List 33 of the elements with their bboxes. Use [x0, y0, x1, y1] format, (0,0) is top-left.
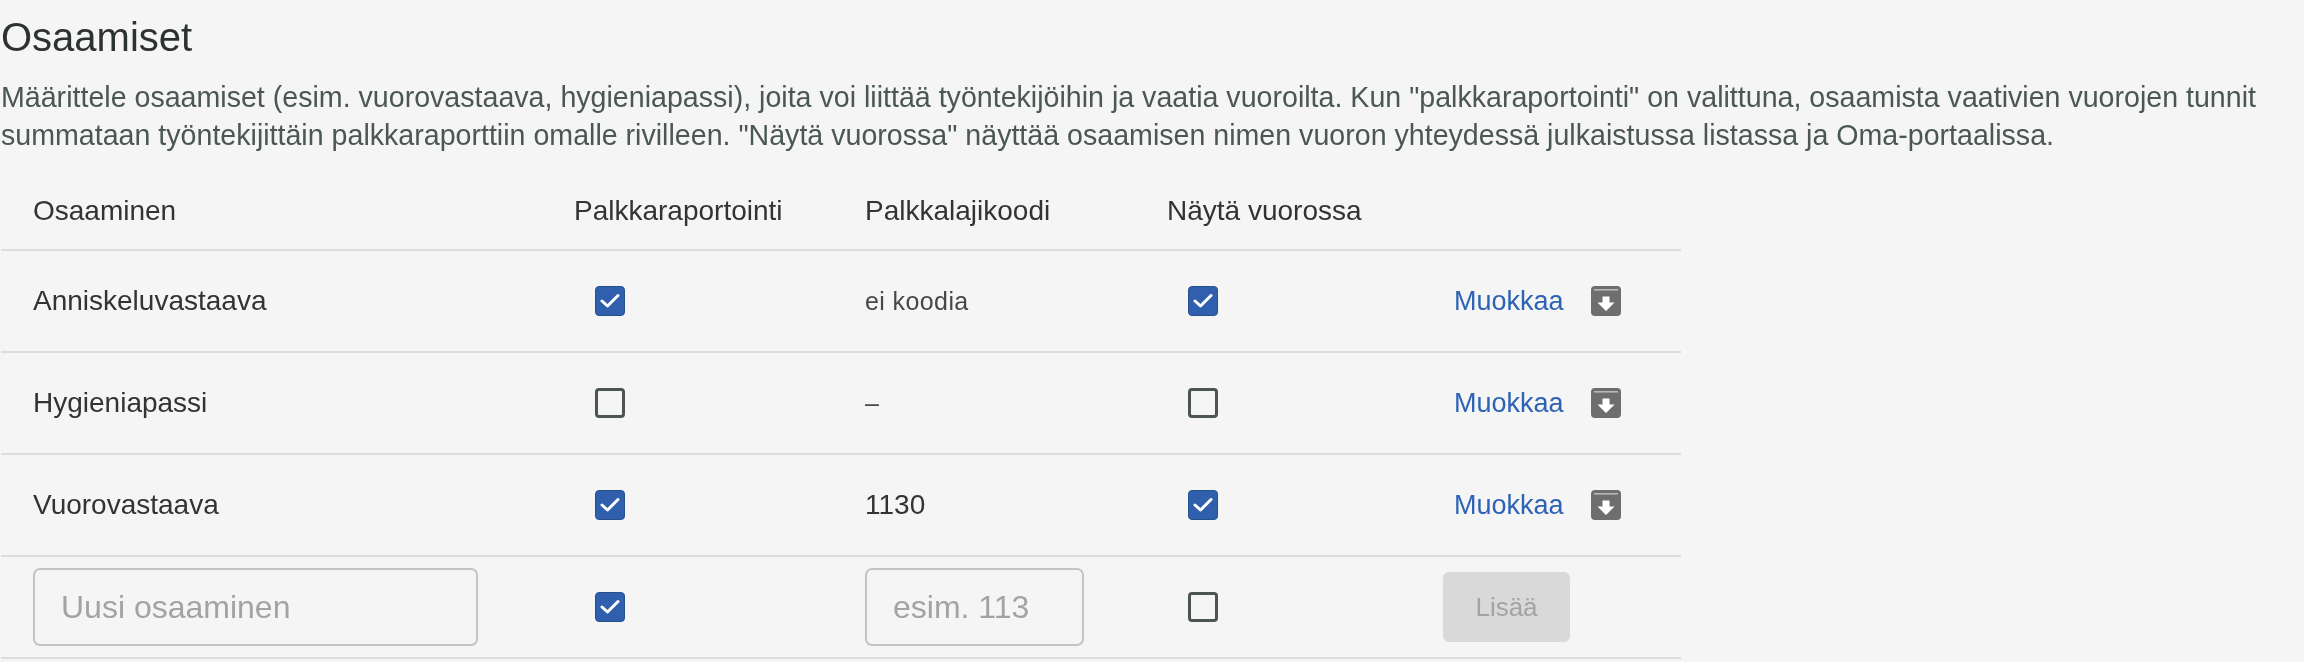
- page-title: Osaamiset: [1, 14, 193, 61]
- checkbox[interactable]: [595, 286, 625, 316]
- description-text: Määrittele osaamiset (esim. vuorovastaava, hygieniapassi), joita voi liittää työntekijöihin ja vaatia vuoroilta. Kun "palkkaraportointi" on valittuna, osaamista vaativien vuorojen tunnit summataan työntekijittäin palkkaraporttiin omalle rivilleen. "Näytä vuorossa" näyttää osaamisen nimen vuoron yhteydessä julkaistussa listassa ja Oma-portaalissa.: [1, 80, 2257, 153]
- checkbox[interactable]: [1188, 592, 1218, 622]
- archive-box-icon[interactable]: [1590, 490, 1621, 520]
- archive-box-icon[interactable]: [1590, 286, 1621, 316]
- checkbox[interactable]: [595, 490, 625, 520]
- checkbox[interactable]: [1188, 286, 1218, 316]
- checkbox[interactable]: [1188, 490, 1218, 520]
- archive-box-icon[interactable]: [1590, 388, 1621, 418]
- edit-link[interactable]: Muokkaa: [1454, 284, 1564, 318]
- skill-name: Vuorovastaava: [33, 488, 219, 522]
- skill-name: Hygieniapassi: [33, 386, 208, 420]
- checkbox[interactable]: [1188, 388, 1218, 418]
- pay-code-text: 1130: [865, 488, 926, 522]
- column-header: Palkkalajikoodi: [865, 193, 1051, 228]
- checkbox[interactable]: [595, 592, 625, 622]
- no-code-text: –: [865, 388, 880, 419]
- checkbox[interactable]: [595, 388, 625, 418]
- column-header: Osaaminen: [33, 193, 177, 228]
- edit-link[interactable]: Muokkaa: [1454, 386, 1564, 420]
- edit-link[interactable]: Muokkaa: [1454, 488, 1564, 522]
- check-icon: [1193, 497, 1213, 513]
- column-header: Palkkaraportointi: [574, 193, 783, 228]
- skill-name: Anniskeluvastaava: [33, 284, 267, 318]
- skill-name-input[interactable]: Uusi osaaminen: [33, 568, 478, 646]
- check-icon: [600, 497, 620, 513]
- no-code-text: ei koodia: [865, 286, 969, 317]
- check-icon: [600, 599, 620, 615]
- pay-code-input[interactable]: esim. 113: [865, 568, 1084, 646]
- check-icon: [600, 293, 620, 309]
- column-header: Näytä vuorossa: [1167, 193, 1362, 228]
- check-icon: [1193, 293, 1213, 309]
